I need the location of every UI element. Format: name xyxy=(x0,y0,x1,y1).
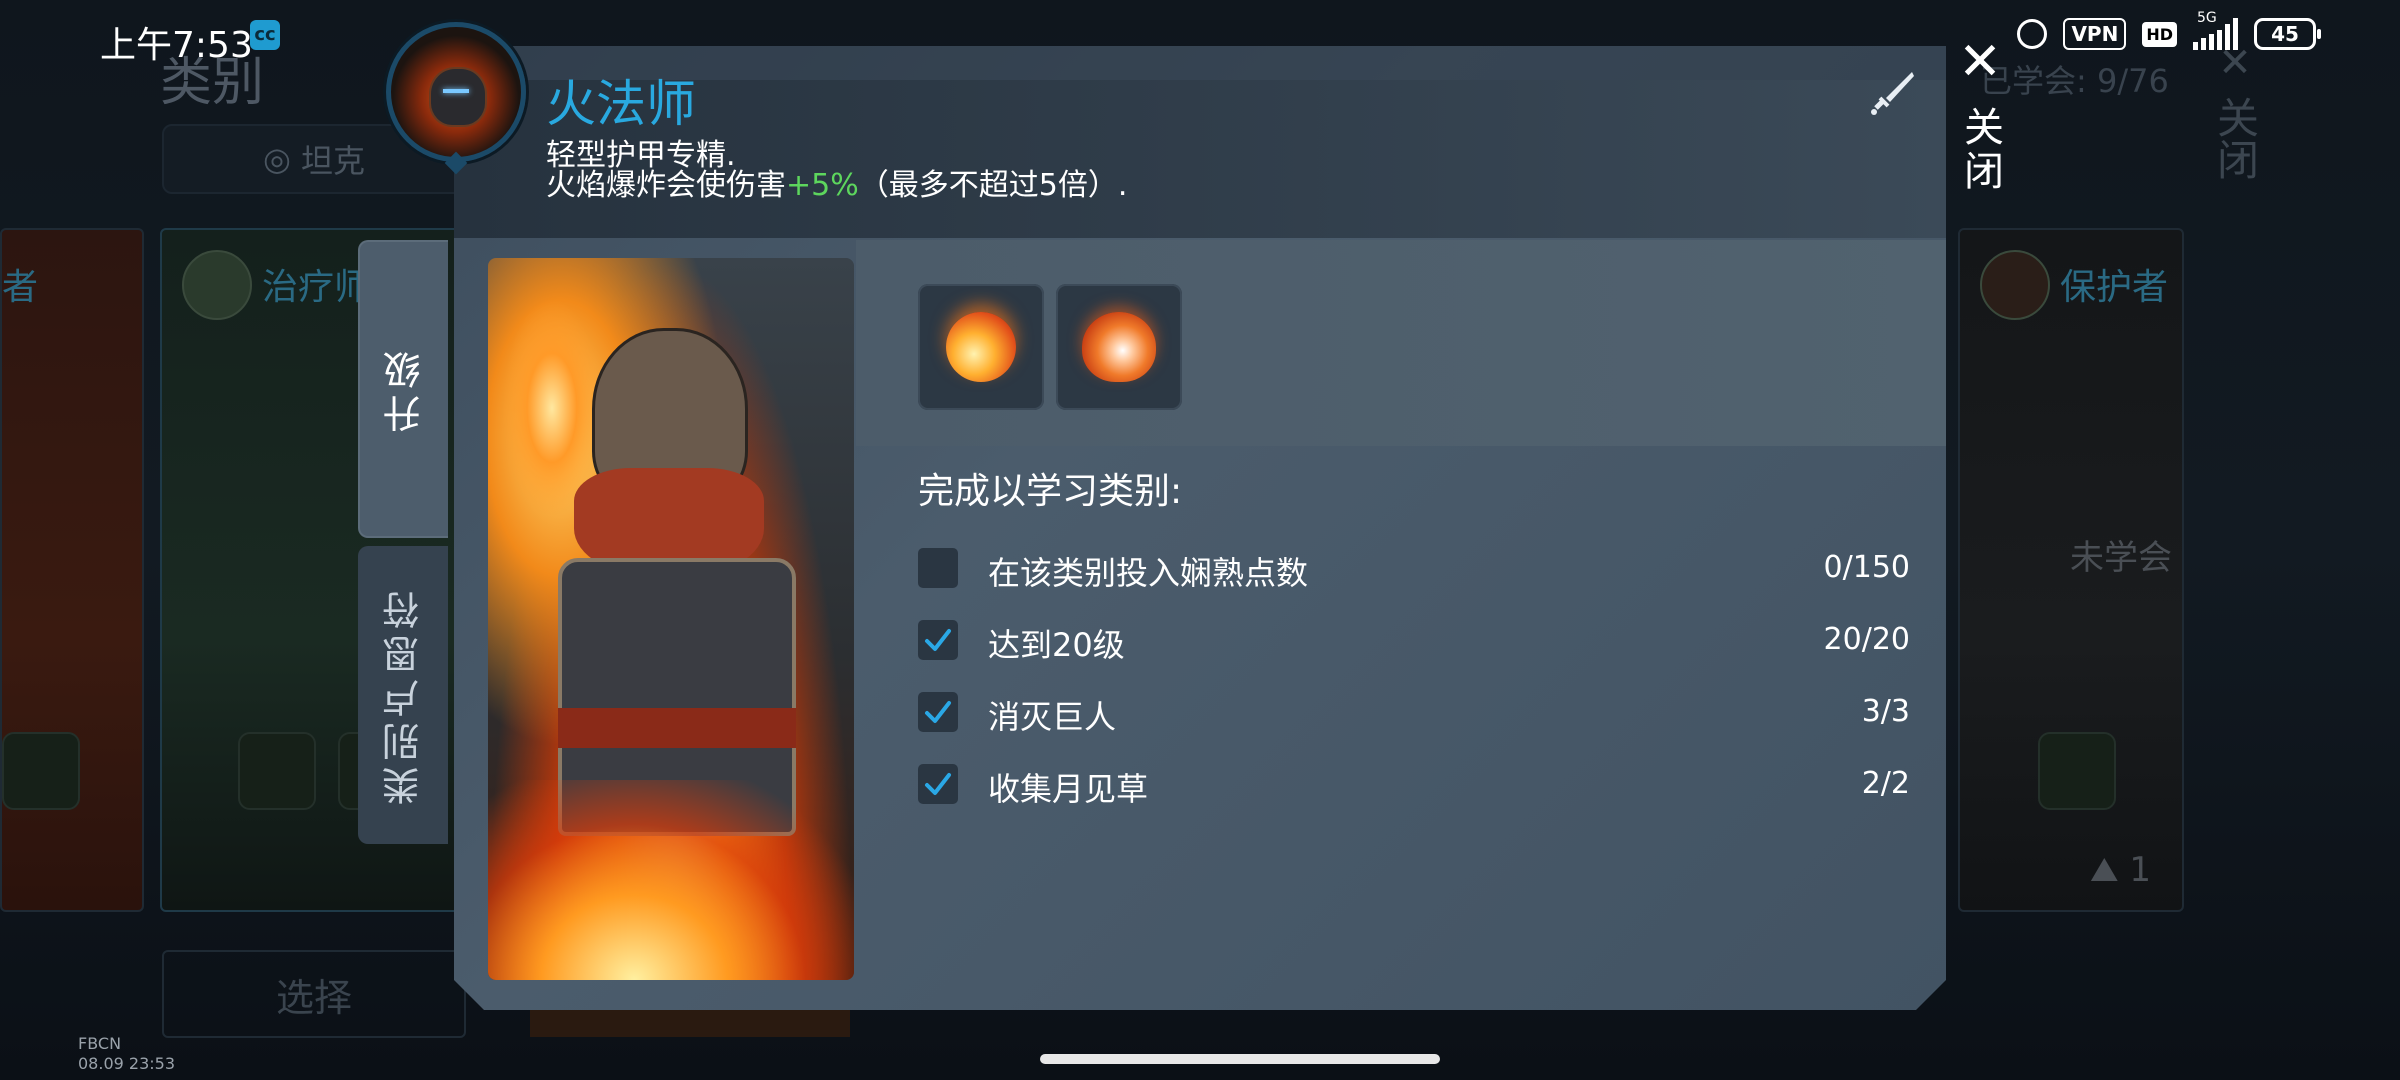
background-class-card-left: 者 xyxy=(0,228,144,912)
requirement-checkbox xyxy=(918,764,958,804)
background-card-right-avatar xyxy=(1980,250,2050,320)
background-close-label: 关闭 xyxy=(2210,96,2260,180)
signal-icon: 5G xyxy=(2193,10,2238,50)
background-card-right-badge: ⛰ 1 xyxy=(2090,850,2151,890)
requirement-row: 消灭巨人 3/3 xyxy=(918,690,1910,736)
background-card-right-name: 保护者 xyxy=(2060,267,2169,308)
background-card-mid-icon xyxy=(238,732,316,810)
requirement-label: 达到20级 xyxy=(988,626,1125,664)
fire-swirl-upgrade-slot[interactable] xyxy=(1056,284,1182,410)
check-icon xyxy=(925,701,951,723)
tab-upgrade-label: 升级 xyxy=(382,345,427,433)
requirement-label: 消灭巨人 xyxy=(988,698,1117,736)
class-portrait xyxy=(488,258,854,980)
fire-swirl-icon xyxy=(1082,312,1156,382)
requirement-label: 在该类别投入娴熟点数 xyxy=(988,554,1309,592)
background-card-avatar xyxy=(182,250,252,320)
check-icon xyxy=(925,629,951,651)
background-card-right-badge-count: 1 xyxy=(2129,850,2152,890)
class-description-cap: （最多不超过5倍）. xyxy=(858,168,1128,203)
close-button[interactable]: ✕ 关闭 xyxy=(1950,36,2010,194)
requirement-progress: 2/2 xyxy=(1861,766,1910,801)
tab-upgrade[interactable]: 升级 xyxy=(358,240,448,538)
background-card-left-icon xyxy=(2,732,80,810)
hero-avatar-eyes xyxy=(443,89,469,93)
requirement-row: 在该类别投入娴熟点数 0/150 xyxy=(918,546,1910,592)
watermark-line1: FBCN xyxy=(78,1034,122,1053)
requirement-label: 收集月见草 xyxy=(988,770,1149,808)
watermark-line2: 08.09 23:53 xyxy=(78,1054,175,1073)
damage-bonus-value: +5% xyxy=(786,168,859,203)
check-icon xyxy=(925,773,951,795)
requirement-progress: 20/20 xyxy=(1823,622,1910,657)
portrait-flames xyxy=(488,780,854,980)
requirement-checkbox xyxy=(918,548,958,588)
hero-avatar-face xyxy=(429,67,487,127)
tab-class-runes[interactable]: 类别卢恩符 xyxy=(358,546,448,844)
background-tab-tank-label: 坦克 xyxy=(300,142,365,180)
requirement-row: 收集月见草 2/2 xyxy=(918,762,1910,808)
requirement-row: 达到20级 20/20 xyxy=(918,618,1910,664)
vpn-icon: VPN xyxy=(2063,18,2127,50)
background-class-card-protector: 保护者 未学会 ⛰ 1 xyxy=(1958,228,2184,912)
status-time: 上午7:53 xyxy=(100,25,253,66)
cc-app-icon: cc xyxy=(250,20,280,50)
fireball-icon xyxy=(946,312,1016,382)
background-card-mid-name: 治疗师 xyxy=(262,267,371,308)
hd-icon: HD xyxy=(2142,21,2177,47)
background-card-right-status: 未学会 xyxy=(2070,538,2172,578)
requirement-progress: 0/150 xyxy=(1823,550,1910,585)
requirements-title: 完成以学习类别: xyxy=(918,471,1183,512)
network-type: 5G xyxy=(2197,10,2217,26)
gesture-nav-bar[interactable] xyxy=(1040,1054,1440,1064)
watermark: FBCN 08.09 23:53 xyxy=(78,1034,175,1074)
status-icons: VPN HD 5G 45 xyxy=(2017,10,2321,50)
requirement-checkbox xyxy=(918,692,958,732)
rune-icon: ⛰ xyxy=(2090,850,2119,890)
requirement-progress: 3/3 xyxy=(1861,694,1910,729)
background-card-right-icon xyxy=(2038,732,2116,810)
fireball-upgrade-slot[interactable] xyxy=(918,284,1044,410)
tab-class-runes-label: 类别卢恩符 xyxy=(381,585,426,805)
close-icon[interactable]: ✕ xyxy=(1958,36,2002,88)
battery-icon: 45 xyxy=(2254,18,2321,50)
portrait-belt xyxy=(558,708,796,748)
tank-icon: ◎ xyxy=(263,140,291,178)
close-label[interactable]: 关闭 xyxy=(1951,106,2009,194)
dagger-icon xyxy=(1871,72,1914,115)
background-close: ✕ 关闭 xyxy=(2210,40,2260,180)
background-select-button: 选择 xyxy=(162,950,466,1038)
requirement-checkbox xyxy=(918,620,958,660)
class-description-text: 火焰爆炸会使伤害 xyxy=(546,168,786,203)
class-title: 火法师 xyxy=(546,75,696,133)
battery-level: 45 xyxy=(2271,22,2299,46)
class-description-line2: 火焰爆炸会使伤害+5%（最多不超过5倍）. xyxy=(546,160,1127,204)
alarm-icon xyxy=(2017,19,2048,49)
hero-avatar xyxy=(386,22,526,162)
background-card-left-name: 者 xyxy=(2,267,39,308)
